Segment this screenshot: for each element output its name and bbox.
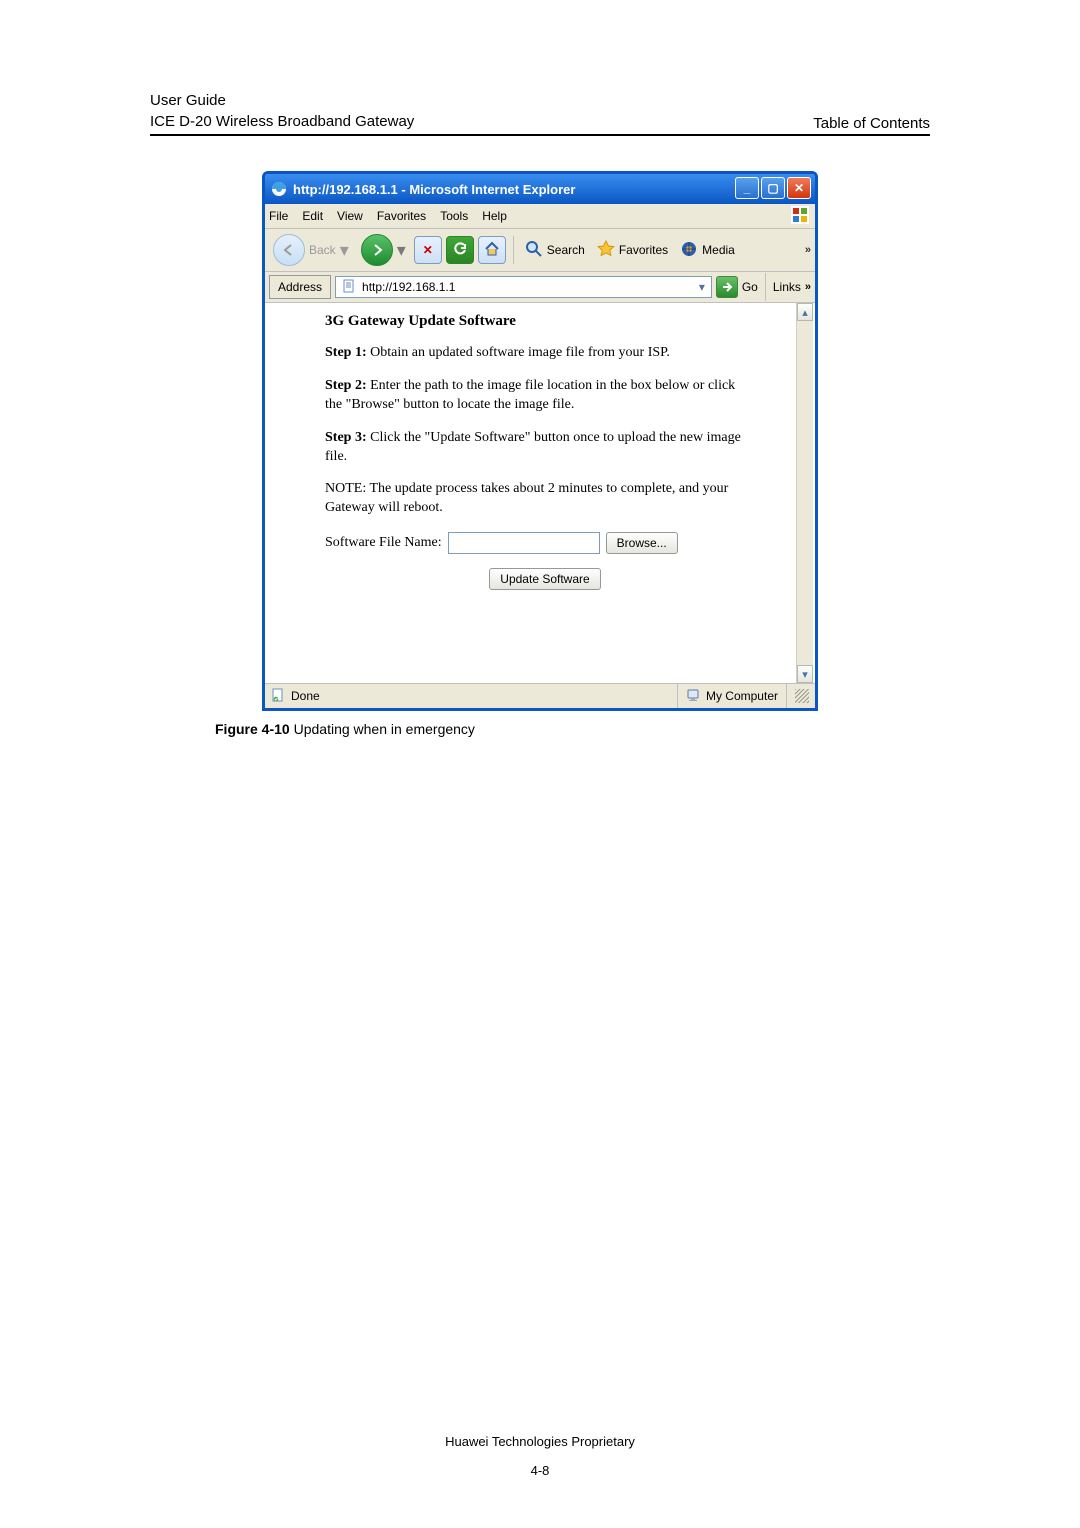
update-software-button[interactable]: Update Software xyxy=(489,568,600,590)
status-zone: My Computer xyxy=(706,689,778,703)
refresh-button[interactable] xyxy=(446,236,474,264)
toolbar-separator xyxy=(513,236,514,264)
go-label: Go xyxy=(742,280,758,294)
stop-button[interactable]: ✕ xyxy=(414,236,442,264)
menu-favorites[interactable]: Favorites xyxy=(377,209,426,223)
back-icon xyxy=(273,234,305,266)
address-bar: Address http://192.168.1.1 ▾ Go Links » xyxy=(265,272,815,303)
zone-icon xyxy=(686,688,700,705)
vertical-scrollbar[interactable]: ▴ ▾ xyxy=(796,303,813,683)
ie-throbber-icon xyxy=(791,206,809,224)
back-dropdown-icon: ▾ xyxy=(340,241,349,259)
media-button[interactable]: Media xyxy=(676,238,739,263)
footer-proprietary: Huawei Technologies Proprietary xyxy=(0,1434,1080,1449)
browser-content: 3G Gateway Update Software Step 1: Obtai… xyxy=(265,303,815,683)
toolbar: Back ▾ ▾ ✕ xyxy=(265,229,815,272)
back-label: Back xyxy=(309,243,336,257)
address-input[interactable]: http://192.168.1.1 ▾ xyxy=(335,276,712,298)
address-dropdown-icon[interactable]: ▾ xyxy=(699,280,705,294)
close-button[interactable]: ✕ xyxy=(787,177,811,199)
figure-caption-text: Updating when in emergency xyxy=(294,721,475,737)
menu-help[interactable]: Help xyxy=(482,209,507,223)
file-name-input[interactable] xyxy=(448,532,600,554)
ie-window: http://192.168.1.1 - Microsoft Internet … xyxy=(262,171,818,711)
menu-tools[interactable]: Tools xyxy=(440,209,468,223)
favorites-label: Favorites xyxy=(619,243,668,257)
favorites-button[interactable]: Favorites xyxy=(593,238,672,263)
refresh-icon xyxy=(453,242,467,259)
media-label: Media xyxy=(702,243,735,257)
done-icon xyxy=(271,688,285,705)
header-line1: User Guide xyxy=(150,90,414,111)
menu-file[interactable]: File xyxy=(269,209,288,223)
links-label[interactable]: Links xyxy=(773,280,801,294)
file-label: Software File Name: xyxy=(325,535,442,551)
forward-button[interactable]: ▾ xyxy=(357,232,410,268)
figure-label: Figure 4-10 xyxy=(215,721,294,737)
url-text: http://192.168.1.1 xyxy=(362,280,455,294)
window-title: http://192.168.1.1 - Microsoft Internet … xyxy=(293,182,575,197)
page-icon xyxy=(342,279,356,296)
back-button[interactable]: Back ▾ xyxy=(269,232,353,268)
addr-separator xyxy=(765,273,766,301)
toolbar-overflow-icon[interactable]: » xyxy=(805,244,811,256)
links-overflow-icon[interactable]: » xyxy=(805,281,811,293)
step3-text: Step 3: Click the "Update Software" butt… xyxy=(325,429,755,467)
search-button[interactable]: Search xyxy=(521,238,589,263)
forward-icon xyxy=(361,234,393,266)
figure-caption: Figure 4-10 Updating when in emergency xyxy=(215,721,930,737)
search-icon xyxy=(525,240,543,261)
home-button[interactable] xyxy=(478,236,506,264)
content-heading: 3G Gateway Update Software xyxy=(325,313,805,330)
step2-text: Step 2: Enter the path to the image file… xyxy=(325,377,755,415)
status-done: Done xyxy=(291,689,320,703)
home-icon xyxy=(484,241,500,260)
forward-dropdown-icon: ▾ xyxy=(397,241,406,259)
menu-view[interactable]: View xyxy=(337,209,363,223)
stop-icon: ✕ xyxy=(423,243,433,257)
window-titlebar: http://192.168.1.1 - Microsoft Internet … xyxy=(265,174,815,204)
minimize-button[interactable]: _ xyxy=(735,177,759,199)
menu-edit[interactable]: Edit xyxy=(302,209,323,223)
page-footer: Huawei Technologies Proprietary 4-8 xyxy=(0,1434,1080,1478)
header-line2: ICE D-20 Wireless Broadband Gateway xyxy=(150,111,414,132)
resize-grip-icon[interactable] xyxy=(795,689,809,703)
status-bar: Done My Computer xyxy=(265,683,815,708)
maximize-button[interactable]: ▢ xyxy=(761,177,785,199)
scroll-down-icon[interactable]: ▾ xyxy=(797,665,813,683)
go-button[interactable] xyxy=(716,276,738,298)
address-label: Address xyxy=(269,275,331,299)
favorites-icon xyxy=(597,240,615,261)
step1-text: Step 1: Obtain an updated software image… xyxy=(325,344,755,363)
footer-page-number: 4-8 xyxy=(0,1463,1080,1478)
note-text: NOTE: The update process takes about 2 m… xyxy=(325,480,755,518)
header-right: Table of Contents xyxy=(813,115,930,132)
browse-button[interactable]: Browse... xyxy=(606,532,678,554)
scroll-up-icon[interactable]: ▴ xyxy=(797,303,813,321)
page-header: User Guide ICE D-20 Wireless Broadband G… xyxy=(150,90,930,136)
ie-logo-icon xyxy=(271,181,287,197)
menubar: File Edit View Favorites Tools Help xyxy=(265,204,815,229)
search-label: Search xyxy=(547,243,585,257)
media-icon xyxy=(680,240,698,261)
